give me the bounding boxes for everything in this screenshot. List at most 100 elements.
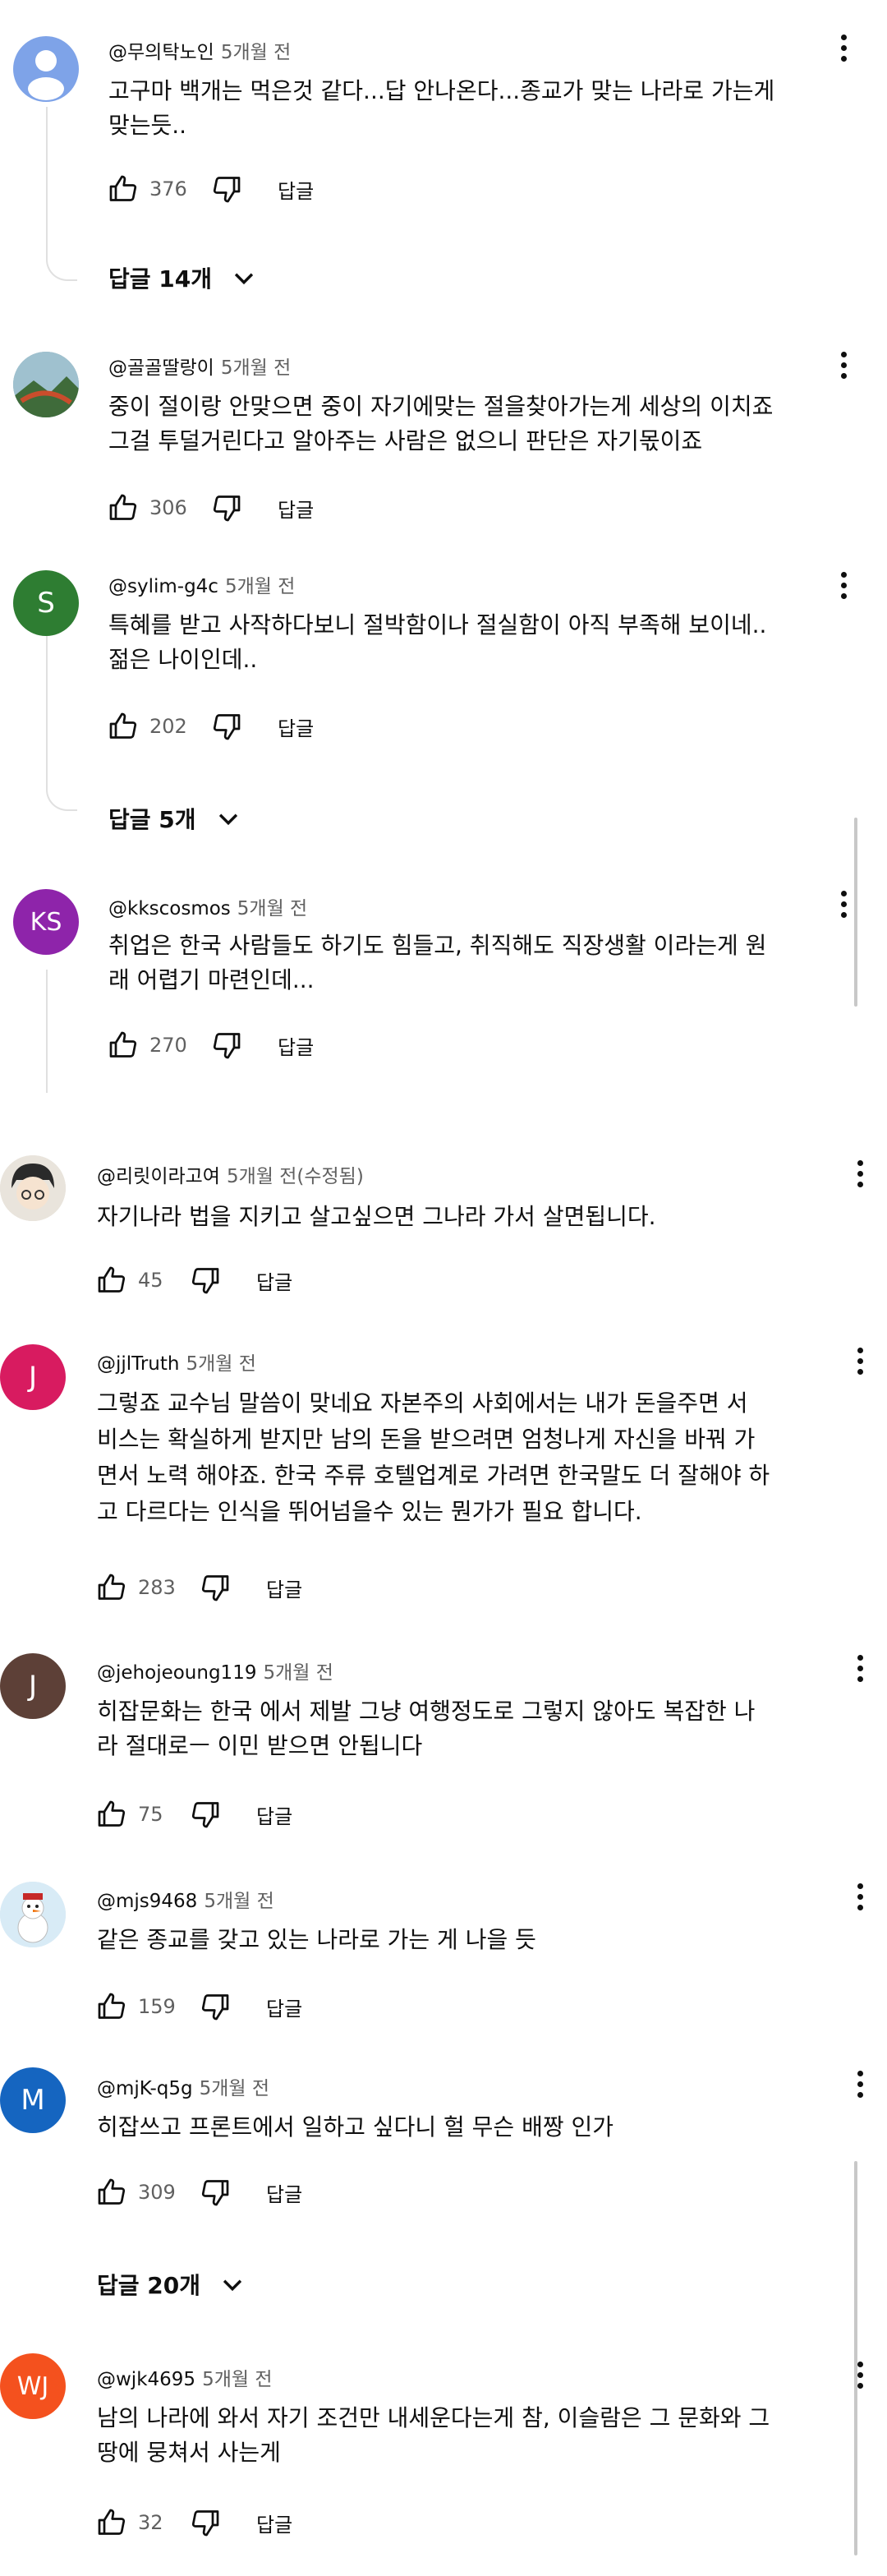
avatar-letter: J bbox=[28, 1361, 38, 1394]
comment-author[interactable]: @wjk4695 5개월 전 bbox=[97, 2363, 273, 2391]
thumb-down-icon[interactable] bbox=[191, 2508, 220, 2537]
reply-button[interactable]: 답글 bbox=[278, 1031, 314, 1060]
avatar[interactable]: WJ bbox=[0, 2353, 66, 2419]
reply-button[interactable]: 답글 bbox=[278, 712, 314, 741]
comment-actions: 32 답글 bbox=[97, 2506, 292, 2539]
avatar-letter: J bbox=[28, 1670, 38, 1703]
author-handle[interactable]: @mjK-q5g bbox=[97, 2078, 193, 2099]
author-handle[interactable]: @sylim-g4c bbox=[108, 576, 218, 597]
avatar[interactable] bbox=[13, 36, 79, 102]
character-avatar-icon bbox=[0, 1155, 66, 1221]
comment-time[interactable]: 5개월 전 bbox=[263, 1662, 333, 1684]
comment-time[interactable]: 5개월 전 bbox=[221, 42, 291, 63]
thumb-up-icon[interactable] bbox=[108, 174, 138, 204]
more-vert-icon[interactable] bbox=[848, 2357, 872, 2393]
reply-button[interactable]: 답글 bbox=[266, 2178, 302, 2207]
thumb-up-icon[interactable] bbox=[108, 493, 138, 523]
thumb-up-icon[interactable] bbox=[108, 1030, 138, 1060]
comment-text-line: 젊은 나이인데.. bbox=[108, 646, 258, 673]
comment-author[interactable]: @kkscosmos 5개월 전 bbox=[108, 892, 307, 920]
comment-author[interactable]: @무의탁노인 5개월 전 bbox=[108, 36, 291, 64]
comment-text: 히잡쓰고 프론트에서 일하고 싶다니 헐 무슨 배짱 인가 bbox=[97, 2110, 853, 2145]
thumb-down-icon[interactable] bbox=[200, 1573, 230, 1602]
thread-line bbox=[46, 624, 48, 785]
comment-author[interactable]: @mjK-q5g 5개월 전 bbox=[97, 2072, 269, 2100]
comment-author[interactable]: @jjlTruth 5개월 전 bbox=[97, 1348, 256, 1376]
thumb-down-icon[interactable] bbox=[191, 1800, 220, 1829]
comment-time[interactable]: 5개월 전 bbox=[200, 2078, 269, 2099]
avatar[interactable] bbox=[0, 1155, 66, 1221]
like-count: 159 bbox=[138, 1995, 176, 2018]
reply-button[interactable]: 답글 bbox=[266, 1574, 302, 1602]
comment-text-line: 맞는듯.. bbox=[108, 112, 187, 139]
thumb-up-icon[interactable] bbox=[97, 2177, 126, 2207]
more-vert-icon[interactable] bbox=[848, 1155, 872, 1191]
author-handle[interactable]: @무의탁노인 bbox=[108, 42, 214, 63]
thumb-down-icon[interactable] bbox=[200, 1992, 230, 2021]
thumb-down-icon[interactable] bbox=[212, 493, 241, 523]
thumb-up-icon[interactable] bbox=[97, 1265, 126, 1295]
thumb-down-icon[interactable] bbox=[212, 174, 241, 204]
comment-text-line: 히잡쓰고 프론트에서 일하고 싶다니 헐 무슨 배짱 인가 bbox=[97, 2113, 614, 2141]
avatar-letter: S bbox=[37, 587, 55, 620]
thumb-up-icon[interactable] bbox=[97, 2508, 126, 2537]
comment-author[interactable]: @골골딸랑이 5개월 전 bbox=[108, 352, 291, 380]
avatar[interactable]: J bbox=[0, 1344, 66, 1410]
author-handle[interactable]: @jehojeoung119 bbox=[97, 1662, 256, 1684]
reply-button[interactable]: 답글 bbox=[256, 2509, 292, 2537]
reply-button[interactable]: 답글 bbox=[256, 1266, 292, 1295]
comment-time[interactable]: 5개월 전 bbox=[202, 2369, 272, 2390]
more-vert-icon[interactable] bbox=[848, 1650, 872, 1686]
more-vert-icon[interactable] bbox=[848, 2066, 872, 2102]
thumb-up-icon[interactable] bbox=[97, 1800, 126, 1829]
avatar[interactable]: J bbox=[0, 1653, 66, 1719]
author-handle[interactable]: @골골딸랑이 bbox=[108, 357, 214, 379]
reply-button[interactable]: 답글 bbox=[278, 175, 314, 204]
more-vert-icon[interactable] bbox=[848, 1878, 872, 1915]
avatar[interactable]: M bbox=[0, 2067, 66, 2133]
chevron-down-icon bbox=[218, 813, 237, 826]
thumb-down-icon[interactable] bbox=[200, 2177, 230, 2207]
more-vert-icon[interactable] bbox=[831, 30, 856, 66]
comment-time[interactable]: 5개월 전 bbox=[221, 357, 291, 379]
more-vert-icon[interactable] bbox=[831, 347, 856, 383]
replies-toggle[interactable]: 답글 14개 bbox=[108, 261, 258, 294]
more-vert-icon[interactable] bbox=[831, 567, 856, 603]
comment-time[interactable]: 5개월 전 bbox=[225, 576, 295, 597]
reply-button[interactable]: 답글 bbox=[278, 494, 314, 523]
author-handle[interactable]: @mjs9468 bbox=[97, 1891, 197, 1912]
avatar[interactable]: KS bbox=[13, 889, 79, 955]
comment-actions: 306 답글 bbox=[108, 491, 314, 524]
thread-curve bbox=[46, 785, 77, 811]
more-vert-icon[interactable] bbox=[831, 886, 856, 922]
comment-author[interactable]: @mjs9468 5개월 전 bbox=[97, 1885, 274, 1913]
author-handle[interactable]: @wjk4695 bbox=[97, 2369, 195, 2390]
replies-toggle[interactable]: 답글 20개 bbox=[97, 2268, 246, 2301]
like-count: 306 bbox=[149, 496, 187, 519]
comment-author[interactable]: @jehojeoung119 5개월 전 bbox=[97, 1657, 333, 1684]
author-handle[interactable]: @jjlTruth bbox=[97, 1353, 179, 1375]
thumb-up-icon[interactable] bbox=[97, 1992, 126, 2021]
thread-curve bbox=[46, 255, 77, 281]
avatar[interactable] bbox=[0, 1882, 66, 1947]
comment-time[interactable]: 5개월 전(수정됨) bbox=[227, 1166, 364, 1187]
thumb-down-icon[interactable] bbox=[212, 712, 241, 741]
more-vert-icon[interactable] bbox=[848, 1343, 872, 1379]
comment-time[interactable]: 5개월 전 bbox=[186, 1353, 255, 1375]
thumb-down-icon[interactable] bbox=[191, 1265, 220, 1295]
thumb-up-icon[interactable] bbox=[108, 712, 138, 741]
comment-author[interactable]: @리릿이라고여 5개월 전(수정됨) bbox=[97, 1160, 364, 1188]
replies-toggle[interactable]: 답글 5개 bbox=[108, 802, 242, 835]
thumb-down-icon[interactable] bbox=[212, 1030, 241, 1060]
reply-button[interactable]: 답글 bbox=[256, 1800, 292, 1829]
avatar[interactable]: S bbox=[13, 570, 79, 636]
reply-button[interactable]: 답글 bbox=[266, 1993, 302, 2021]
comment-author[interactable]: @sylim-g4c 5개월 전 bbox=[108, 570, 295, 598]
comment-time[interactable]: 5개월 전 bbox=[237, 898, 307, 919]
comment-time[interactable]: 5개월 전 bbox=[204, 1891, 273, 1912]
avatar[interactable] bbox=[13, 352, 79, 417]
author-handle[interactable]: @kkscosmos bbox=[108, 898, 231, 919]
author-handle[interactable]: @리릿이라고여 bbox=[97, 1166, 220, 1187]
thumb-up-icon[interactable] bbox=[97, 1573, 126, 1602]
comment-text-line: 비스는 확실하게 받지만 남의 돈을 받으려면 엄청나게 자신을 바꿔 가 bbox=[97, 1426, 756, 1453]
